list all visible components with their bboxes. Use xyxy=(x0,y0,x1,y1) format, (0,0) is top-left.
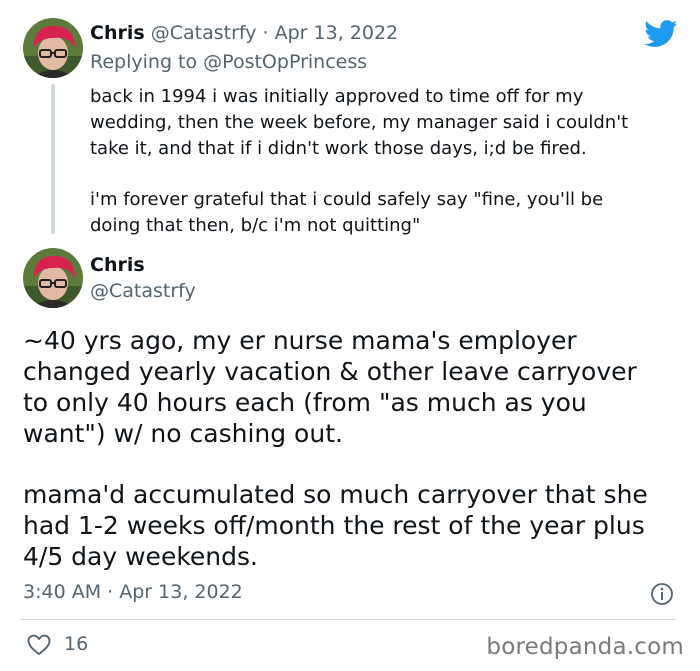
replying-to-label: Replying to xyxy=(90,51,198,73)
main-text-line: ~40 yrs ago, my er nurse mama's employer xyxy=(23,326,577,355)
tweet-time: 3:40 AM xyxy=(23,581,102,603)
separator: · xyxy=(262,22,269,44)
main-text-line: had 1-2 weeks off/month the rest of the … xyxy=(23,511,645,540)
reply-text-line: back in 1994 i was initially approved to… xyxy=(90,86,584,107)
heart-icon[interactable] xyxy=(27,634,51,660)
watermark: boredpanda.com xyxy=(486,634,684,660)
avatar[interactable] xyxy=(23,248,83,308)
like-count: 16 xyxy=(64,633,89,655)
display-name[interactable]: Chris xyxy=(90,22,145,44)
tweet-date: Apr 13, 2022 xyxy=(119,581,243,603)
reply-text-gap xyxy=(90,162,680,187)
reply-text-line: take it, and that if i didn't work those… xyxy=(90,138,587,159)
main-text-line: to only 40 hours each (from "as much as … xyxy=(23,388,587,417)
main-text-gap xyxy=(23,449,683,479)
reply-text-line: wedding, then the week before, my manage… xyxy=(90,112,629,133)
reply-text-line: doing that then, b/c i'm not quitting" xyxy=(90,215,421,236)
main-text-line: 4/5 day weekends. xyxy=(23,542,258,571)
main-text-line: mama'd accumulated so much carryover tha… xyxy=(23,480,648,509)
display-name[interactable]: Chris xyxy=(90,254,145,276)
thread-line xyxy=(51,84,55,234)
tweet-timestamp[interactable]: 3:40 AM · Apr 13, 2022 xyxy=(23,581,243,603)
reply-text-line: i'm forever grateful that i could safely… xyxy=(90,189,604,210)
reply-header: Chris @Catastrfy · Apr 13, 2022 xyxy=(90,22,398,44)
reply-tweet-text: back in 1994 i was initially approved to… xyxy=(90,84,680,239)
replying-to-handle[interactable]: @PostOpPrincess xyxy=(203,51,367,73)
twitter-bird-icon xyxy=(644,20,678,52)
divider xyxy=(20,619,676,620)
info-icon[interactable] xyxy=(650,582,674,610)
replying-to-line: Replying to @PostOpPrincess xyxy=(90,51,367,73)
handle[interactable]: @Catastrfy xyxy=(151,22,257,44)
main-text-line: changed yearly vacation & other leave ca… xyxy=(23,357,637,386)
handle[interactable]: @Catastrfy xyxy=(90,280,196,302)
main-tweet-text: ~40 yrs ago, my er nurse mama's employer… xyxy=(23,325,683,572)
separator: · xyxy=(107,581,114,603)
avatar[interactable] xyxy=(23,18,83,78)
tweet-date[interactable]: Apr 13, 2022 xyxy=(275,22,399,44)
main-text-line: want") w/ no cashing out. xyxy=(23,419,343,448)
